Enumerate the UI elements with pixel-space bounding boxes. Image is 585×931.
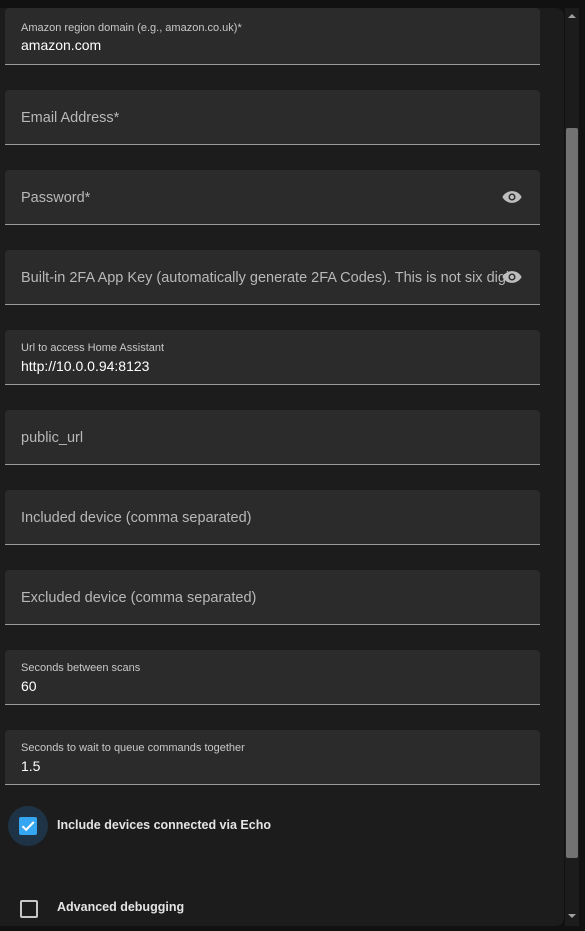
public-url-field[interactable]: public_url	[5, 410, 540, 465]
scroll-up-arrow-icon[interactable]	[566, 12, 578, 20]
exclude-devices-placeholder: Excluded device (comma separated)	[21, 590, 257, 606]
public-url-placeholder: public_url	[21, 430, 84, 446]
password-field[interactable]: Password*	[5, 170, 540, 225]
otp-key-placeholder: Built-in 2FA App Key (automatically gene…	[21, 270, 512, 286]
ha-url-field[interactable]: Url to access Home Assistant http://10.0…	[5, 330, 540, 385]
ha-url-value: http://10.0.0.94:8123	[21, 358, 150, 374]
queue-delay-label: Seconds to wait to queue commands togeth…	[21, 742, 245, 754]
email-placeholder: Email Address*	[21, 110, 120, 126]
checkmark-icon	[21, 821, 35, 832]
debug-label: Advanced debugging	[57, 900, 185, 914]
scan-interval-value: 60	[21, 678, 37, 694]
region-field[interactable]: Amazon region domain (e.g., amazon.co.uk…	[5, 8, 540, 65]
exclude-devices-field[interactable]: Excluded device (comma separated)	[5, 570, 540, 625]
include-echo-checkbox[interactable]	[19, 817, 37, 835]
scan-interval-label: Seconds between scans	[21, 662, 141, 674]
debug-row: Advanced debugging	[8, 888, 408, 926]
password-placeholder: Password*	[21, 190, 91, 206]
otp-key-field[interactable]: Built-in 2FA App Key (automatically gene…	[5, 250, 540, 305]
ha-url-label: Url to access Home Assistant	[21, 342, 165, 354]
eye-icon[interactable]	[502, 269, 522, 285]
scan-interval-field[interactable]: Seconds between scans 60	[5, 650, 540, 705]
queue-delay-field[interactable]: Seconds to wait to queue commands togeth…	[5, 730, 540, 785]
region-value: amazon.com	[21, 37, 102, 53]
email-field[interactable]: Email Address*	[5, 90, 540, 145]
scroll-down-arrow-icon[interactable]	[566, 912, 578, 920]
include-devices-field[interactable]: Included device (comma separated)	[5, 490, 540, 545]
region-label: Amazon region domain (e.g., amazon.co.uk…	[21, 22, 242, 34]
include-devices-placeholder: Included device (comma separated)	[21, 510, 252, 526]
include-echo-label: Include devices connected via Echo	[57, 818, 271, 832]
queue-delay-value: 1.5	[21, 758, 41, 774]
scrollbar-thumb[interactable]	[566, 128, 578, 858]
include-echo-row: Include devices connected via Echo	[8, 806, 408, 846]
config-dialog: Amazon region domain (e.g., amazon.co.uk…	[0, 8, 564, 926]
eye-icon[interactable]	[502, 189, 522, 205]
debug-checkbox[interactable]	[20, 900, 38, 918]
